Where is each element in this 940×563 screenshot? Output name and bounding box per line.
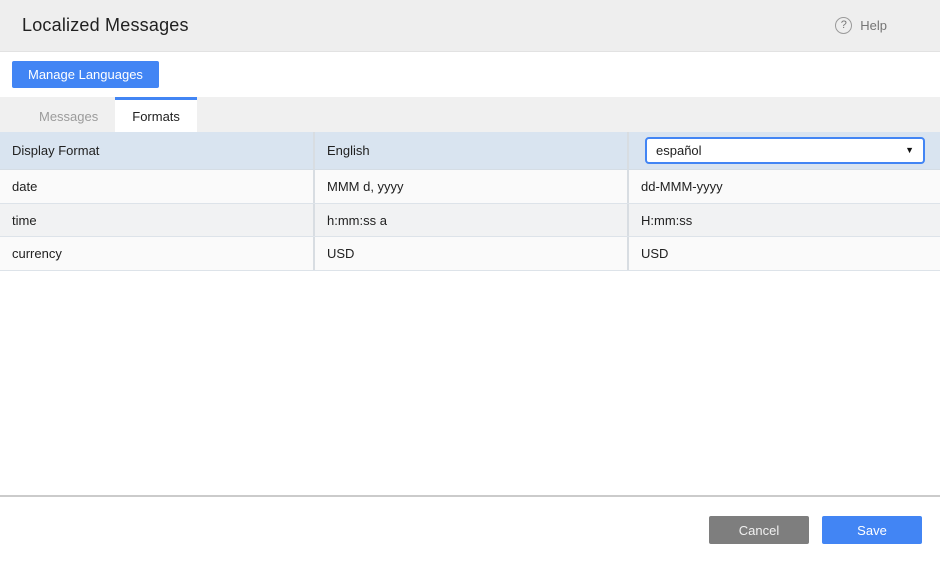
- table-row-currency: currency USD USD: [0, 237, 940, 271]
- header-bar: Localized Messages ? Help: [0, 0, 940, 52]
- dropdown-arrow-icon: ▼: [905, 146, 914, 155]
- format-english-value: MMM d, yyyy: [313, 170, 627, 203]
- column-header-english: English: [313, 132, 627, 169]
- language-select-value: español: [656, 143, 702, 158]
- content-spacer: [0, 271, 940, 495]
- column-header-display-format: Display Format: [0, 132, 313, 169]
- save-button[interactable]: Save: [822, 516, 922, 544]
- table-row-date: date MMM d, yyyy dd-MMM-yyyy: [0, 170, 940, 204]
- page-title: Localized Messages: [22, 15, 189, 36]
- format-localized-value: USD: [627, 237, 940, 270]
- format-name: date: [0, 170, 313, 203]
- format-name: currency: [0, 237, 313, 270]
- manage-languages-button[interactable]: Manage Languages: [12, 61, 159, 88]
- format-localized-value: H:mm:ss: [627, 204, 940, 236]
- table-header-row: Display Format English español ▼: [0, 132, 940, 170]
- tab-formats[interactable]: Formats: [115, 97, 197, 132]
- format-english-value: USD: [313, 237, 627, 270]
- table-row-time: time h:mm:ss a H:mm:ss: [0, 204, 940, 237]
- language-select-cell: español ▼: [627, 132, 940, 169]
- tab-bar: Messages Formats: [0, 97, 940, 132]
- toolbar: Manage Languages: [0, 52, 940, 97]
- tab-messages[interactable]: Messages: [22, 97, 115, 132]
- footer-bar: Cancel Save: [0, 495, 940, 563]
- help-label: Help: [860, 18, 887, 33]
- format-name: time: [0, 204, 313, 236]
- help-icon: ?: [835, 17, 852, 34]
- format-english-value: h:mm:ss a: [313, 204, 627, 236]
- language-select[interactable]: español ▼: [645, 137, 925, 164]
- help-button[interactable]: ? Help: [835, 17, 887, 34]
- cancel-button[interactable]: Cancel: [709, 516, 809, 544]
- format-localized-value: dd-MMM-yyyy: [627, 170, 940, 203]
- localized-messages-page: Localized Messages ? Help Manage Languag…: [0, 0, 940, 563]
- formats-table: Display Format English español ▼ date MM…: [0, 132, 940, 271]
